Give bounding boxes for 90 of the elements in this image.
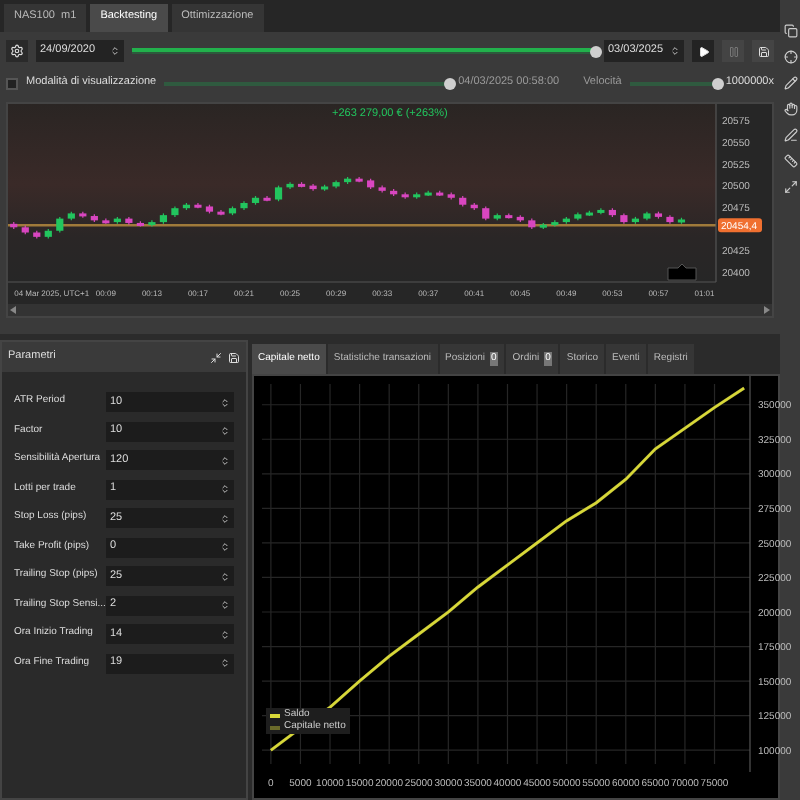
- candle: [505, 212, 513, 220]
- slider[interactable]: [132, 45, 596, 57]
- candle: [33, 230, 41, 240]
- candle: [263, 195, 271, 202]
- play-button[interactable]: [692, 40, 714, 62]
- spinner-icon: [220, 542, 230, 552]
- spinner-icon: [220, 658, 230, 668]
- candle: [44, 228, 52, 240]
- spinner-icon: [110, 46, 120, 56]
- candle: [367, 178, 375, 190]
- settings-button[interactable]: [6, 40, 28, 62]
- play-icon: [697, 45, 709, 57]
- slider-thumb[interactable]: [711, 77, 724, 89]
- candle: [378, 185, 386, 194]
- candle: [551, 219, 559, 228]
- save-icon: [757, 45, 769, 57]
- candle: [482, 205, 490, 221]
- spinner-icon: [220, 629, 230, 639]
- candle: [113, 216, 121, 225]
- pen-icon[interactable]: [783, 128, 797, 142]
- candle: [459, 195, 467, 208]
- candle: [56, 216, 64, 234]
- crosshair-icon[interactable]: [783, 50, 797, 64]
- spinner-icon: [220, 571, 230, 581]
- candle: [21, 224, 29, 235]
- spinner-icon: [220, 455, 230, 465]
- candle: [643, 211, 651, 221]
- candle: [102, 218, 110, 225]
- candle: [677, 217, 686, 225]
- candle: [171, 205, 179, 218]
- candle: [470, 202, 478, 211]
- candle: [205, 204, 214, 214]
- candle: [355, 176, 363, 183]
- candle: [528, 218, 536, 230]
- minimize-icon[interactable]: [210, 351, 222, 363]
- candle: [332, 179, 340, 189]
- candle: [240, 200, 248, 211]
- expand-icon[interactable]: [783, 180, 797, 194]
- candle: [608, 207, 616, 218]
- candle: [182, 202, 191, 211]
- candle: [286, 181, 294, 190]
- candle: [620, 212, 628, 225]
- scroll-left-icon: [10, 306, 16, 314]
- candle: [654, 211, 663, 220]
- candle: [194, 202, 202, 209]
- candle: [297, 181, 306, 188]
- spinner-icon: [220, 484, 230, 494]
- copy-icon[interactable]: [783, 24, 797, 38]
- candle: [251, 195, 260, 206]
- slider-thumb[interactable]: [444, 77, 457, 89]
- candle: [148, 219, 156, 228]
- candle: [217, 209, 225, 216]
- save-button[interactable]: [752, 40, 774, 62]
- candle: [666, 214, 674, 225]
- candle: [136, 220, 144, 228]
- candle: [10, 221, 18, 230]
- spinner-icon: [220, 397, 230, 407]
- candle: [424, 190, 432, 197]
- candle: [67, 211, 75, 221]
- candle: [436, 190, 444, 197]
- scroll-right-icon: [764, 306, 770, 314]
- mode-checkbox[interactable]: [6, 77, 18, 89]
- slider-thumb[interactable]: [590, 45, 602, 57]
- candle: [79, 211, 87, 219]
- candle: [631, 216, 639, 225]
- candle: [344, 176, 352, 185]
- ruler-icon[interactable]: [783, 154, 797, 168]
- candle: [159, 212, 167, 225]
- spinner-icon: [670, 46, 680, 56]
- spinner-icon: [220, 600, 230, 610]
- candle: [562, 216, 570, 225]
- pause-icon: [727, 45, 739, 57]
- candle: [597, 207, 605, 215]
- pencil-icon[interactable]: [783, 76, 797, 90]
- candle: [539, 222, 547, 230]
- candle: [274, 185, 283, 202]
- candle: [228, 205, 237, 216]
- slider[interactable]: [629, 77, 718, 89]
- save-icon[interactable]: [228, 351, 240, 363]
- spinner-icon: [220, 426, 230, 436]
- candle: [390, 188, 398, 197]
- hand-icon[interactable]: [783, 102, 797, 116]
- settings-icon: [10, 44, 24, 58]
- scrollbar[interactable]: [8, 304, 772, 316]
- candle: [401, 191, 409, 200]
- candle: [585, 210, 593, 217]
- spinner-icon: [220, 513, 230, 523]
- candle: [493, 212, 501, 221]
- candle: [321, 184, 329, 192]
- slider[interactable]: [164, 77, 451, 89]
